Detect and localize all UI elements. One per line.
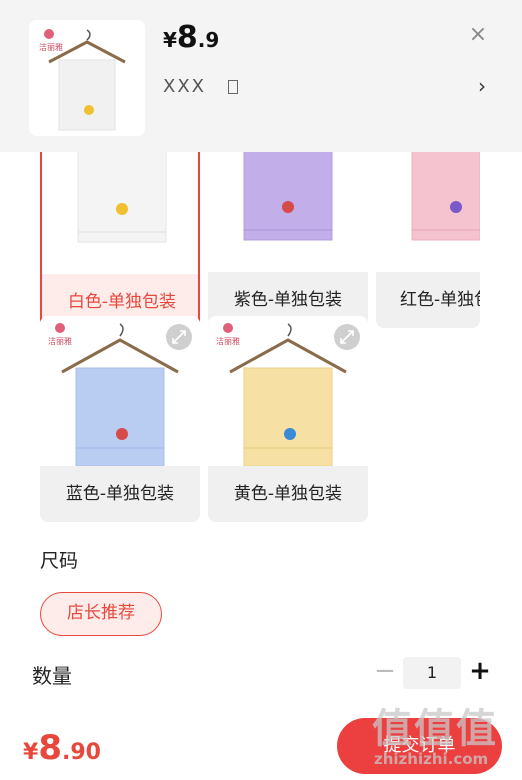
option-image [376,152,480,272]
svg-text:洁丽雅: 洁丽雅 [216,336,240,346]
sku-header: 洁丽雅 ¥8.9 × XXX › [0,0,522,150]
product-price: ¥8.9 [163,20,219,55]
missing-glyph-box [228,80,238,94]
option-label: 蓝色-单独包装 [65,484,175,504]
quantity-minus-button[interactable]: − [374,657,396,687]
product-thumbnail: 洁丽雅 [29,20,145,136]
color-option-blue[interactable]: 洁丽雅 蓝色-单独包装 [40,316,200,522]
total-currency: ¥ [23,740,39,765]
selected-spec-text: XXX [163,76,206,97]
color-option-yellow[interactable]: 洁丽雅 黄色-单独包装 [208,316,368,522]
size-option-recommended[interactable]: 店长推荐 [40,592,162,636]
chevron-right-icon[interactable]: › [478,74,486,98]
svg-text:洁丽雅: 洁丽雅 [48,336,72,346]
total-decimal: .90 [61,740,101,765]
sku-options-scroll[interactable]: 白色-单独包装 紫色-单独包装 红色-单独 洁丽雅 蓝色-单独包装 洁丽雅 黄色… [0,152,522,708]
quantity-plus-button[interactable]: + [468,655,492,689]
price-integer: 8 [176,20,198,55]
expand-image-icon[interactable] [166,324,192,350]
watermark-url: zhizhizhi.com [374,750,489,768]
price-currency: ¥ [163,28,177,52]
close-icon[interactable]: × [466,23,490,47]
watermark-logo-text: 值值值 [372,706,498,752]
price-decimal: .9 [197,28,220,52]
option-label: 红色-单独包装 [400,290,480,310]
total-integer: 8 [38,728,62,768]
option-image [42,152,198,274]
color-option-purple[interactable]: 紫色-单独包装 [208,152,368,328]
option-image [208,152,368,272]
option-label: 黄色-单独包装 [233,484,343,504]
site-watermark: 值值值 zhizhizhi.com [372,696,498,768]
color-option-white[interactable]: 白色-单独包装 [40,152,200,328]
expand-image-icon[interactable] [334,324,360,350]
quantity-title: 数量 [32,664,72,688]
total-price: ¥8.90 [23,728,101,768]
quantity-value[interactable]: 1 [403,657,461,689]
sku-selector-sheet: 洁丽雅 ¥8.9 × XXX › 白色-单独包装 紫色-单独包装 红色-单独 洁… [0,0,522,780]
svg-text:洁丽雅: 洁丽雅 [39,42,63,52]
color-option-red[interactable]: 红色-单独包装 [376,152,480,328]
size-section-title: 尺码 [40,550,79,572]
